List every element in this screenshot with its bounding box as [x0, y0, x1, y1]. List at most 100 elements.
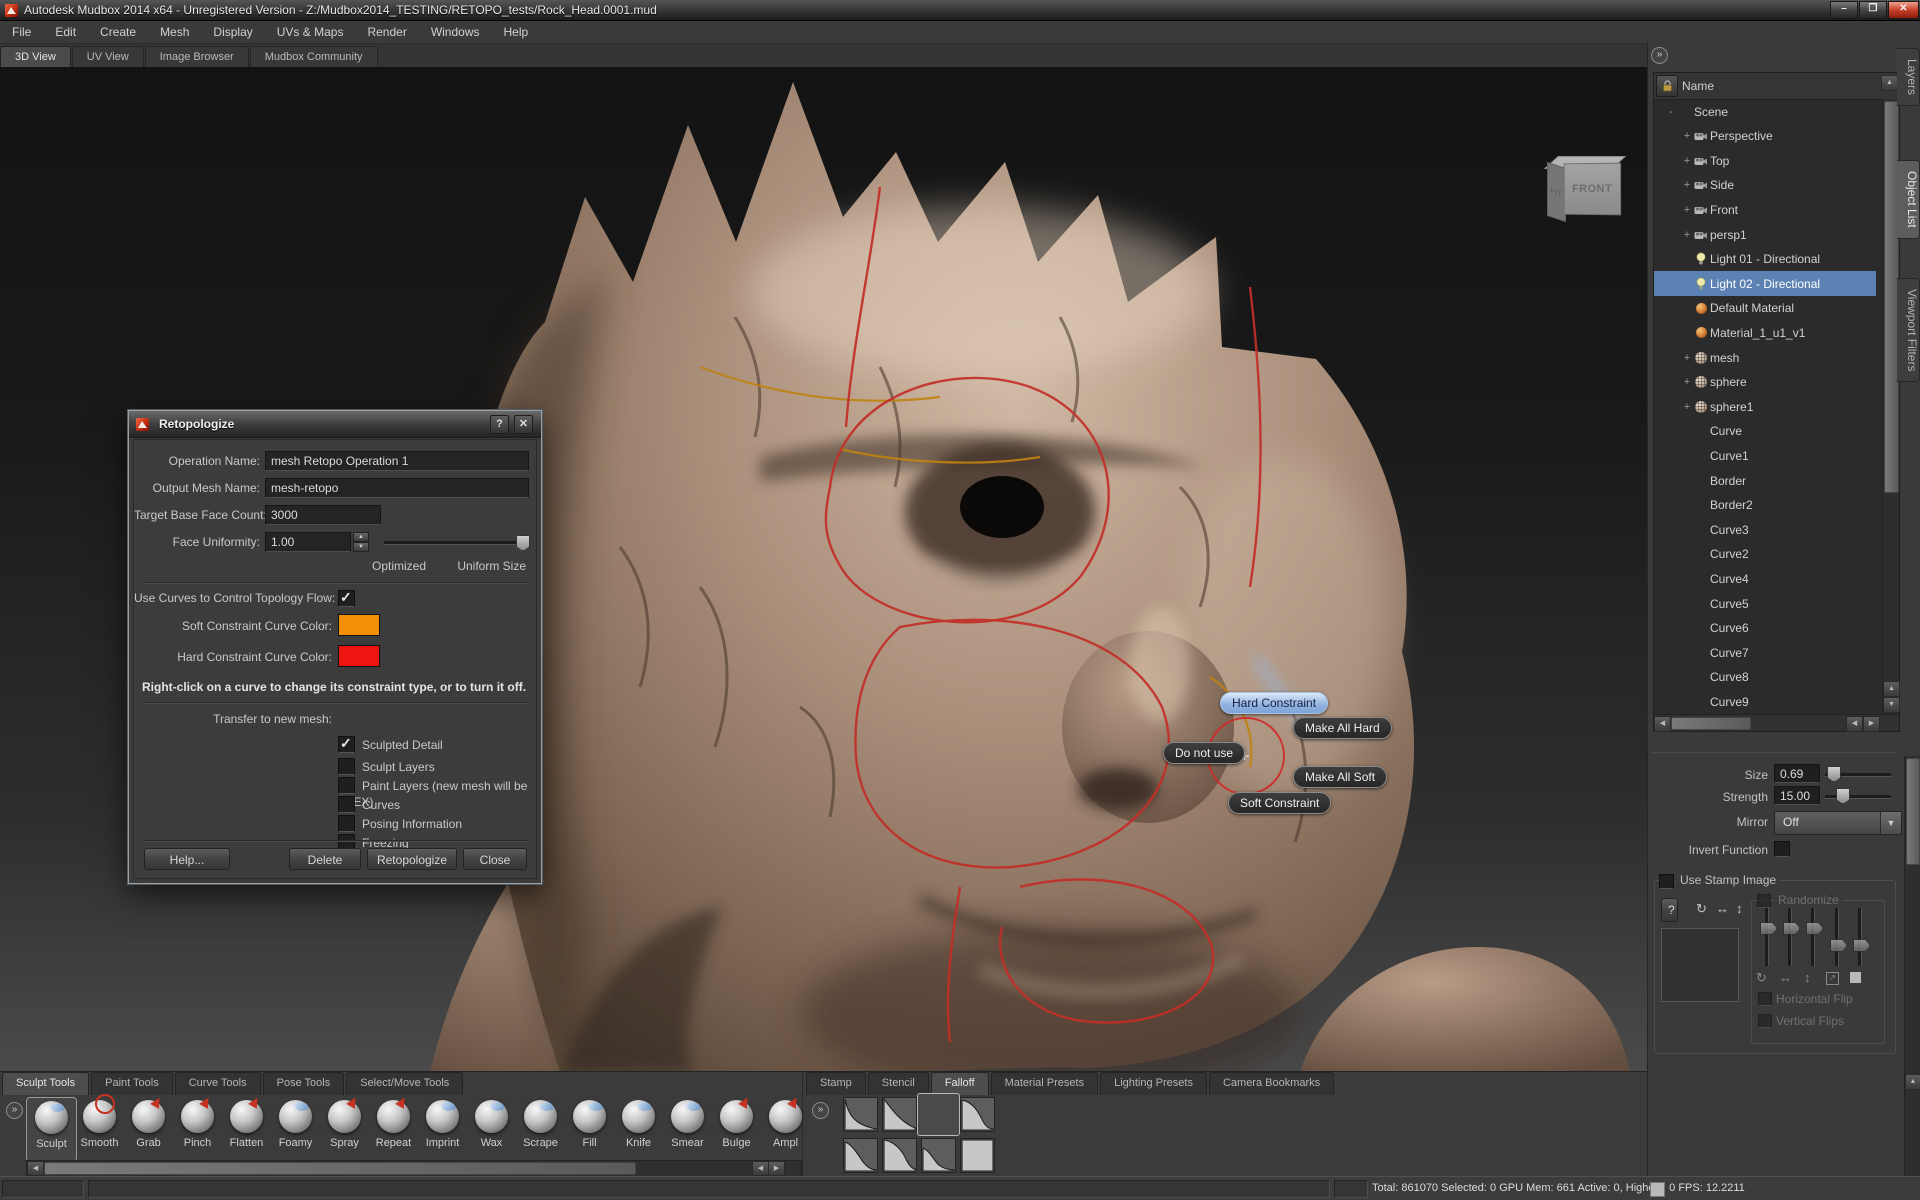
- falloff-preset-5[interactable]: [843, 1138, 878, 1173]
- close-dialog-button[interactable]: Close: [463, 848, 527, 870]
- help-button[interactable]: Help...: [144, 848, 230, 870]
- tree-hscrollbar-thumb[interactable]: [1671, 717, 1751, 730]
- size-input[interactable]: [1774, 764, 1820, 783]
- tab-image-browser[interactable]: Image Browser: [145, 46, 249, 67]
- context-item-hard-constraint[interactable]: Hard Constraint: [1220, 692, 1328, 714]
- tree-item-default-material[interactable]: Default Material: [1654, 296, 1876, 321]
- use-stamp-checkbox[interactable]: [1659, 874, 1674, 889]
- object-list-header[interactable]: Name ▲: [1654, 73, 1899, 100]
- tree-item-border[interactable]: Border: [1654, 468, 1876, 493]
- context-item-make-all-soft[interactable]: Make All Soft: [1293, 766, 1387, 788]
- falloff-preset-1[interactable]: [843, 1097, 878, 1132]
- transfer-checkbox-curves[interactable]: [338, 796, 355, 813]
- preset-tab-material-presets[interactable]: Material Presets: [991, 1072, 1098, 1095]
- tray-tab-curve-tools[interactable]: Curve Tools: [175, 1072, 261, 1095]
- tree-item-curve4[interactable]: Curve4: [1654, 566, 1876, 591]
- random-height-icon[interactable]: ↕: [1804, 970, 1811, 985]
- tree-item-material-1-u1-v1[interactable]: Material_1_u1_v1: [1654, 320, 1876, 345]
- tool-grab[interactable]: Grab: [124, 1097, 173, 1160]
- tool-tray-expand-icon[interactable]: »: [6, 1102, 23, 1119]
- size-slider-handle[interactable]: [1827, 766, 1841, 782]
- invert-function-checkbox[interactable]: [1774, 841, 1790, 857]
- tree-item-persp1[interactable]: +persp1: [1654, 222, 1876, 247]
- tree-item-sphere[interactable]: +sphere: [1654, 370, 1876, 395]
- tree-item-front[interactable]: +Front: [1654, 197, 1876, 222]
- expander-icon[interactable]: +: [1682, 401, 1692, 413]
- transfer-checkbox-posing-information[interactable]: [338, 815, 355, 832]
- tree-item-curve3[interactable]: Curve3: [1654, 517, 1876, 542]
- expander-icon[interactable]: -: [1666, 106, 1676, 118]
- dialog-close-icon[interactable]: ✕: [514, 415, 533, 434]
- transfer-checkbox-paint-layers-new-mesh-will-be-ptex-[interactable]: [338, 777, 355, 794]
- transfer-checkbox-sculpted-detail[interactable]: [338, 736, 355, 753]
- preset-tab-stamp[interactable]: Stamp: [806, 1072, 866, 1095]
- horizontal-flip-checkbox[interactable]: [1758, 992, 1772, 1006]
- randomize-checkbox[interactable]: [1757, 894, 1771, 908]
- tray-tab-select-move-tools[interactable]: Select/Move Tools: [346, 1072, 463, 1095]
- tree-item-curve5[interactable]: Curve5: [1654, 591, 1876, 616]
- stamp-preview[interactable]: [1661, 928, 1739, 1002]
- tree-item-curve8[interactable]: Curve8: [1654, 665, 1876, 690]
- random-slider[interactable]: [1788, 908, 1792, 966]
- properties-scrollbar-thumb[interactable]: [1906, 758, 1920, 865]
- tree-item-curve9[interactable]: Curve9: [1654, 689, 1876, 714]
- expander-icon[interactable]: +: [1682, 130, 1692, 142]
- tab-uv-view[interactable]: UV View: [72, 46, 144, 67]
- tree-scroll-left2-icon[interactable]: ◀: [1846, 716, 1863, 732]
- tool-knife[interactable]: Knife: [614, 1097, 663, 1160]
- menu-windows[interactable]: Windows: [419, 21, 492, 43]
- menu-help[interactable]: Help: [492, 21, 541, 43]
- strength-slider[interactable]: [1825, 795, 1891, 799]
- output-mesh-name-input[interactable]: [265, 478, 529, 498]
- tools-scroll-right-icon[interactable]: ▶: [768, 1161, 785, 1176]
- tool-pinch[interactable]: Pinch: [173, 1097, 222, 1160]
- preset-tab-falloff[interactable]: Falloff: [931, 1072, 989, 1095]
- random-rotate-icon[interactable]: ↻: [1756, 970, 1767, 986]
- tools-scroll-left2-icon[interactable]: ◀: [752, 1161, 769, 1176]
- dialog-title-bar[interactable]: Retopologize: [129, 411, 541, 438]
- tree-item-light-02-directional[interactable]: Light 02 - Directional: [1654, 271, 1876, 296]
- random-slider[interactable]: [1765, 908, 1769, 966]
- use-curves-checkbox[interactable]: [338, 590, 355, 607]
- falloff-preset-7[interactable]: [921, 1138, 956, 1173]
- expander-icon[interactable]: +: [1682, 229, 1692, 241]
- tool-sculpt[interactable]: Sculpt: [26, 1097, 77, 1162]
- minimize-button[interactable]: –: [1830, 1, 1858, 19]
- retopologize-dialog[interactable]: Retopologize ? ✕ Operation Name: Output …: [128, 410, 542, 884]
- soft-constraint-color-swatch[interactable]: [338, 614, 380, 636]
- strength-slider-handle[interactable]: [1836, 788, 1850, 804]
- tab-mudbox-community[interactable]: Mudbox Community: [250, 46, 378, 67]
- tool-tray-scrollbar[interactable]: ◀ ◀ ▶: [26, 1160, 802, 1177]
- menu-display[interactable]: Display: [201, 21, 264, 43]
- tool-flatten[interactable]: Flatten: [222, 1097, 271, 1160]
- context-item-soft-constraint[interactable]: Soft Constraint: [1228, 792, 1331, 814]
- preset-tab-camera-bookmarks[interactable]: Camera Bookmarks: [1209, 1072, 1334, 1095]
- random-scale-icon[interactable]: ↗: [1826, 972, 1839, 985]
- random-slider[interactable]: [1835, 908, 1839, 966]
- tray-tab-sculpt-tools[interactable]: Sculpt Tools: [2, 1072, 89, 1095]
- tree-item-border2[interactable]: Border2: [1654, 493, 1876, 518]
- dialog-help-icon[interactable]: ?: [490, 415, 509, 434]
- tree-item-curve7[interactable]: Curve7: [1654, 640, 1876, 665]
- menu-edit[interactable]: Edit: [43, 21, 88, 43]
- tree-item-sphere1[interactable]: +sphere1: [1654, 394, 1876, 419]
- view-cube[interactable]: HT FRONT: [1545, 155, 1625, 221]
- stamp-flip-horizontal-icon[interactable]: ↔: [1716, 901, 1729, 916]
- tree-item-top[interactable]: +Top: [1654, 148, 1876, 173]
- falloff-preset-4[interactable]: [960, 1097, 995, 1132]
- strength-input[interactable]: [1774, 786, 1820, 805]
- expander-icon[interactable]: +: [1682, 155, 1692, 167]
- tool-bulge[interactable]: Bulge: [712, 1097, 761, 1160]
- context-item-do-not-use[interactable]: Do not use: [1163, 742, 1245, 764]
- tool-foamy[interactable]: Foamy: [271, 1097, 320, 1160]
- view-cube-front-face[interactable]: FRONT: [1564, 163, 1621, 216]
- menu-render[interactable]: Render: [355, 21, 418, 43]
- status-color-chip[interactable]: [1650, 1182, 1665, 1197]
- stamp-flip-vertical-icon[interactable]: ↕: [1736, 901, 1743, 916]
- operation-name-input[interactable]: [265, 451, 529, 471]
- expander-icon[interactable]: +: [1682, 179, 1692, 191]
- vertical-flip-checkbox[interactable]: [1758, 1014, 1772, 1028]
- side-tab-layers[interactable]: Layers: [1897, 48, 1920, 106]
- falloff-preset-8[interactable]: [960, 1138, 995, 1173]
- face-uniformity-slider[interactable]: [384, 541, 526, 545]
